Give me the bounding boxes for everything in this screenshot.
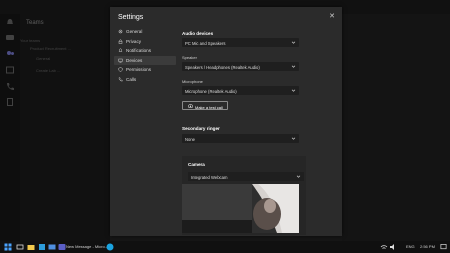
secondary-ringer-dropdown[interactable]: None [182, 134, 299, 143]
windows-taskbar: New Message - Micro... ENG 2:56 PM [0, 241, 450, 253]
dialog-title: Settings [118, 14, 144, 21]
chevron-down-icon [296, 175, 301, 178]
chevron-down-icon [291, 65, 296, 68]
teams-taskbar-icon[interactable] [58, 243, 66, 251]
nav-item-devices[interactable]: Devices [114, 55, 176, 65]
settings-nav: General Privacy Notifications Devices Pe… [114, 27, 176, 84]
dropdown-value: Integrated Webcam [191, 174, 228, 180]
device-icon [118, 58, 123, 63]
nav-label: Devices [126, 57, 143, 63]
edge-icon[interactable] [106, 243, 114, 251]
notifications-icon[interactable] [440, 243, 447, 251]
chevron-down-icon [291, 41, 296, 44]
volume-icon[interactable] [389, 243, 397, 251]
store-icon[interactable] [38, 243, 46, 251]
windows-start-icon[interactable] [4, 243, 12, 251]
nav-label: Notifications [126, 48, 152, 54]
wifi-icon[interactable] [380, 243, 388, 251]
nav-item-general[interactable]: General [114, 27, 176, 37]
teams-window: Teams Your teams Product Recruitment ...… [0, 0, 450, 241]
language-indicator[interactable]: ENG [406, 244, 415, 249]
camera-heading: Camera [188, 162, 205, 167]
taskbar-clock[interactable]: 2:56 PM [420, 244, 435, 249]
dropdown-value: PC Mic and Speakers [185, 40, 226, 46]
bell-icon [118, 48, 123, 52]
nav-label: General [126, 29, 143, 35]
phone-icon [118, 77, 123, 82]
nav-item-notifications[interactable]: Notifications [114, 46, 176, 56]
dropdown-value: Speakers / Headphones (Realtek Audio) [185, 64, 260, 70]
taskbar-window-title[interactable]: New Message - Micro... [66, 244, 108, 249]
close-icon[interactable]: ✕ [329, 13, 335, 20]
nav-label: Privacy [126, 38, 142, 44]
dropdown-value: None [185, 136, 196, 142]
file-explorer-icon[interactable] [27, 243, 35, 251]
nav-item-calls[interactable]: Calls [114, 75, 176, 85]
shield-icon [118, 67, 123, 73]
speaker-dropdown[interactable]: Speakers / Headphones (Realtek Audio) [182, 62, 299, 71]
nav-item-permissions[interactable]: Permissions [114, 65, 176, 75]
chevron-down-icon [291, 137, 296, 140]
camera-preview [182, 184, 299, 233]
chevron-down-icon [291, 89, 296, 92]
test-call-button[interactable]: Make a test call [182, 101, 228, 110]
call-icon [188, 104, 193, 109]
speaker-label: Speaker [182, 55, 197, 60]
camera-section: Camera Integrated Webcam [182, 156, 306, 235]
nav-label: Permissions [126, 67, 152, 73]
microphone-label: Microphone [182, 79, 203, 84]
nav-label: Calls [126, 76, 137, 82]
nav-item-privacy[interactable]: Privacy [114, 37, 176, 47]
task-view-icon[interactable] [16, 243, 24, 251]
microphone-dropdown[interactable]: Microphone (Realtek Audio) [182, 86, 299, 95]
audio-device-dropdown[interactable]: PC Mic and Speakers [182, 38, 299, 47]
mail-icon[interactable] [48, 243, 56, 251]
audio-devices-heading: Audio devices [182, 31, 214, 36]
camera-dropdown[interactable]: Integrated Webcam [188, 172, 304, 181]
settings-dialog: Settings ✕ General Privacy Notifications… [110, 7, 342, 236]
dropdown-value: Microphone (Realtek Audio) [185, 88, 237, 94]
secondary-ringer-heading: Secondary ringer [182, 126, 220, 131]
button-label: Make a test call [195, 104, 223, 110]
lock-icon [118, 39, 123, 44]
gear-icon [118, 29, 123, 34]
